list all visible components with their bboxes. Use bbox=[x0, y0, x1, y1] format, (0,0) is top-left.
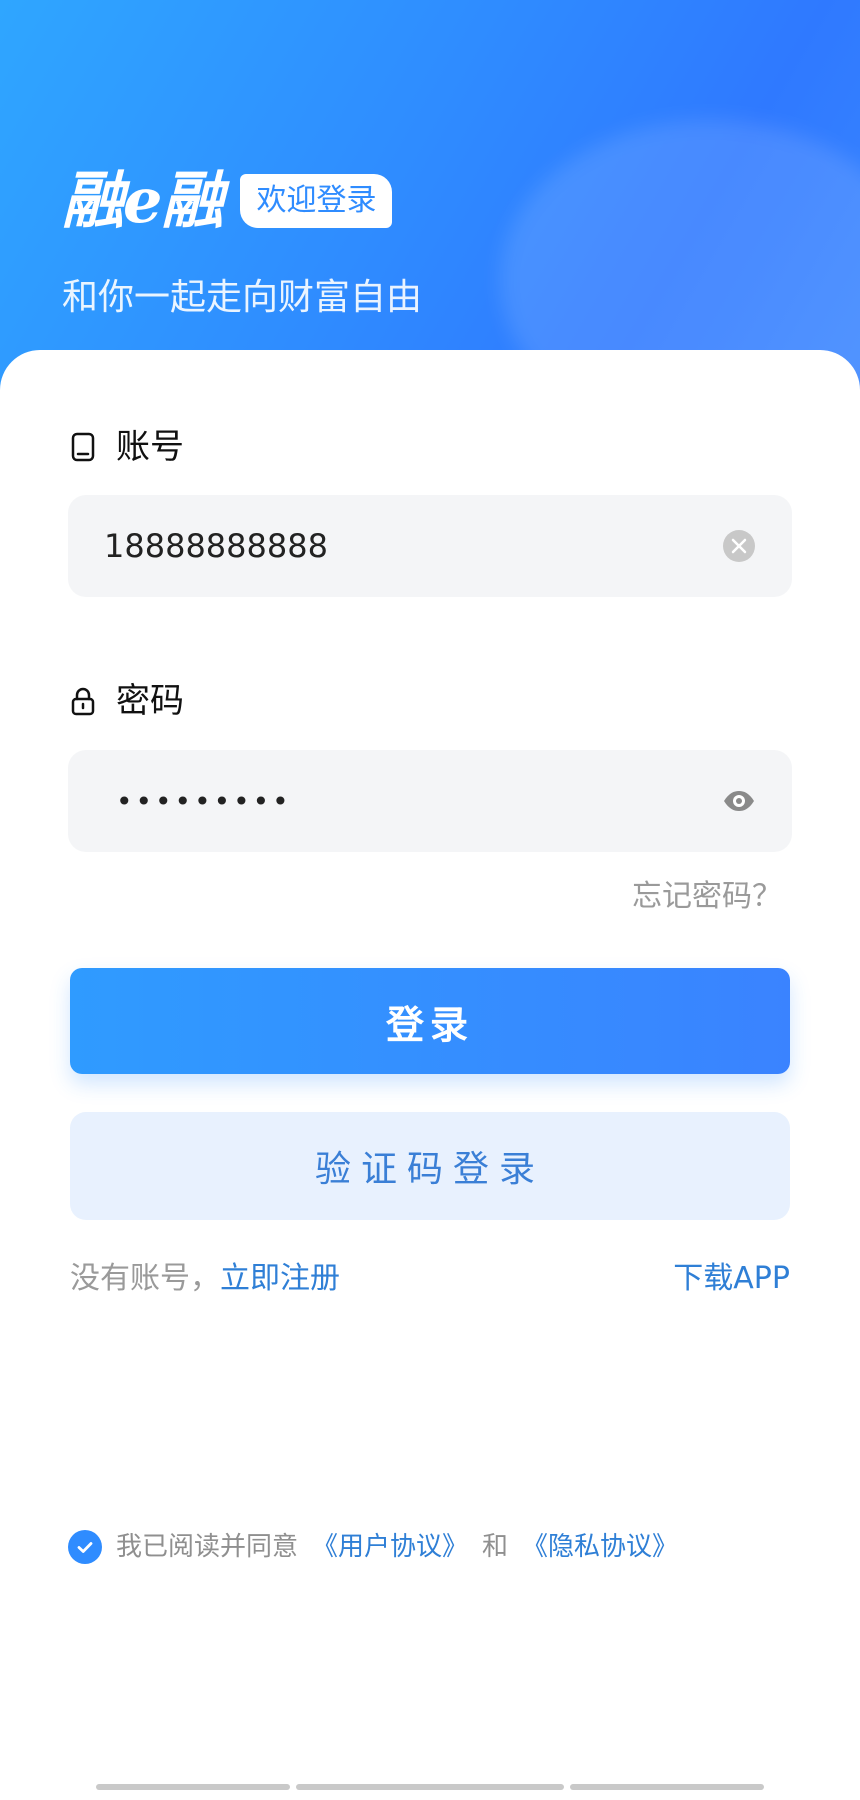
tagline: 和你一起走向财富自由 bbox=[62, 277, 423, 318]
login-button[interactable]: 登录 bbox=[70, 968, 790, 1074]
account-field[interactable] bbox=[68, 495, 792, 597]
agreement-row: 我已阅读并同意 《用户协议》 和 《隐私协议》 bbox=[68, 1530, 678, 1564]
clear-icon[interactable] bbox=[722, 529, 756, 563]
home-indicator bbox=[0, 1784, 860, 1792]
phone-icon bbox=[68, 432, 98, 462]
sms-login-button[interactable]: 验证码登录 bbox=[70, 1112, 790, 1220]
privacy-agreement-link[interactable]: 《隐私协议》 bbox=[522, 1534, 678, 1560]
password-label-text: 密码 bbox=[116, 681, 184, 721]
brand-logo: 融e融 bbox=[62, 164, 223, 237]
login-page: 融e融 欢迎登录 和你一起走向财富自由 账号 18888888888 密码 ••… bbox=[0, 0, 860, 1800]
home-indicator-bar-middle bbox=[296, 1784, 564, 1790]
lock-icon bbox=[68, 686, 98, 716]
account-input[interactable] bbox=[104, 527, 706, 565]
password-label: 密码 bbox=[68, 684, 184, 718]
forgot-password-link[interactable]: 忘记密码？ bbox=[632, 882, 782, 912]
login-card: 账号 密码 ••••••••• bbox=[0, 350, 860, 1800]
user-agreement-link[interactable]: 《用户协议》 bbox=[312, 1534, 468, 1560]
account-label-text: 账号 bbox=[116, 427, 184, 467]
agreement-and: 和 bbox=[482, 1532, 509, 1562]
check-icon[interactable] bbox=[68, 1530, 102, 1564]
password-field[interactable]: ••••••••• bbox=[68, 750, 792, 852]
download-app-link[interactable]: 下载APP bbox=[673, 1264, 790, 1294]
eye-icon[interactable] bbox=[722, 784, 756, 818]
account-label: 账号 bbox=[68, 430, 184, 464]
password-input[interactable]: ••••••••• bbox=[104, 785, 706, 818]
brand-row: 融e融 欢迎登录 bbox=[62, 164, 393, 237]
register-row: 没有账号， 立即注册 bbox=[70, 1264, 340, 1294]
welcome-badge: 欢迎登录 bbox=[240, 174, 393, 228]
home-indicator-bar-left bbox=[96, 1784, 290, 1790]
home-indicator-bar-right bbox=[570, 1784, 764, 1790]
register-link[interactable]: 立即注册 bbox=[220, 1264, 340, 1294]
agreement-prefix: 我已阅读并同意 bbox=[116, 1532, 299, 1562]
no-account-text: 没有账号， bbox=[70, 1261, 220, 1296]
